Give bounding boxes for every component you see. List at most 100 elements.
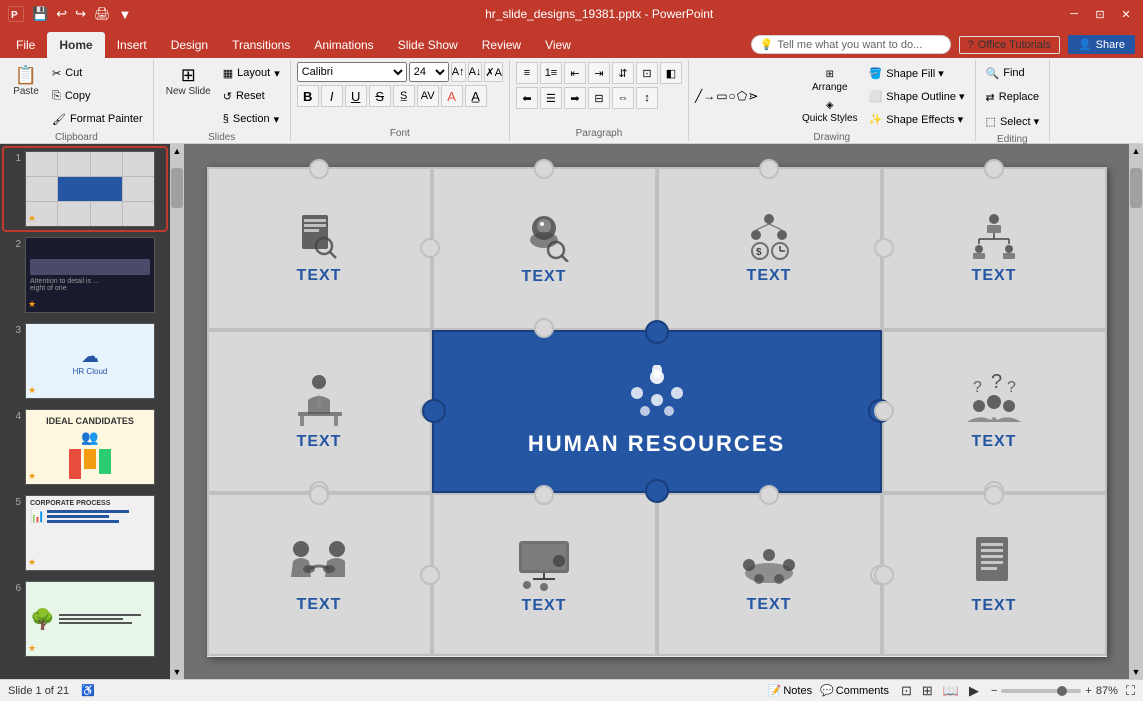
close-btn[interactable]: ✕ (1117, 5, 1135, 23)
share-btn[interactable]: 👤 Share (1068, 35, 1135, 54)
zoom-out-btn[interactable]: − (991, 685, 997, 697)
align-left-btn[interactable]: ⬅ (516, 87, 538, 109)
col-spacing-btn[interactable]: ⇔ (612, 87, 634, 109)
slide-thumb-2[interactable]: 2 Attention to detail is ... eight of on… (4, 234, 166, 316)
puzzle-piece-2-4[interactable]: ? ? ? TEXT (882, 330, 1107, 493)
text-shadow-btn[interactable]: S̲ (393, 85, 415, 107)
slide-thumb-6[interactable]: 6 🌳 ★ (4, 578, 166, 660)
scroll-up-btn[interactable]: ▲ (171, 144, 184, 158)
strikethrough-btn[interactable]: S (369, 85, 391, 107)
zoom-thumb[interactable] (1057, 686, 1067, 696)
slide-thumb-3[interactable]: 3 ☁ HR Cloud ★ (4, 320, 166, 402)
tell-me-box[interactable]: 💡 Tell me what you want to do... (751, 35, 951, 54)
puzzle-piece-3-1[interactable]: TEXT (207, 493, 432, 656)
find-btn[interactable]: 🔍 Find (982, 62, 1029, 84)
format-painter-btn[interactable]: 🖌 Format Painter (48, 108, 147, 130)
slideshow-btn[interactable]: ▶ (965, 682, 983, 700)
bold-btn[interactable]: B (297, 85, 319, 107)
office-tutorials-btn[interactable]: ? Office Tutorials (959, 36, 1060, 54)
notes-btn[interactable]: 📝 Notes (768, 684, 812, 697)
italic-btn[interactable]: I (321, 85, 343, 107)
shape-chevron[interactable]: ⋗ (748, 89, 758, 103)
normal-view-btn[interactable]: ⊡ (897, 682, 916, 700)
align-text-btn[interactable]: ⊡ (636, 62, 658, 84)
slide-thumb-5[interactable]: 5 CORPORATE PROCESS 📊 ★ (4, 492, 166, 574)
underline-btn[interactable]: U (345, 85, 367, 107)
scroll-down-btn[interactable]: ▼ (171, 665, 184, 679)
scroll-thumb-right[interactable] (1130, 168, 1142, 208)
puzzle-piece-1-2[interactable]: TEXT (432, 167, 657, 330)
font-color-btn[interactable]: A (441, 85, 463, 107)
tab-slideshow[interactable]: Slide Show (386, 32, 470, 58)
smartart-btn[interactable]: ◧ (660, 62, 682, 84)
reading-view-btn[interactable]: 📖 (939, 682, 963, 700)
highlight-btn[interactable]: A̲ (465, 85, 487, 107)
shape-pentagon[interactable]: ⬠ (737, 89, 747, 103)
tab-home[interactable]: Home (47, 32, 104, 58)
cut-btn[interactable]: ✂ Cut (48, 62, 147, 84)
comments-btn[interactable]: 💬 Comments (820, 684, 889, 697)
redo-btn[interactable]: ↪ (73, 4, 88, 24)
shape-fill-btn[interactable]: 🪣 Shape Fill ▾ (865, 62, 969, 84)
undo-btn[interactable]: ↩ (54, 4, 69, 24)
puzzle-piece-1-4[interactable]: TEXT (882, 167, 1107, 330)
slide-canvas[interactable]: TEXT TEXT (207, 167, 1107, 657)
slide-thumb-1[interactable]: 1 ★ (4, 148, 166, 230)
shape-rect[interactable]: ▭ (716, 89, 727, 103)
puzzle-piece-3-3[interactable]: TEXT (657, 493, 882, 656)
tab-review[interactable]: Review (470, 32, 533, 58)
justify-btn[interactable]: ⊟ (588, 87, 610, 109)
puzzle-piece-1-3[interactable]: $ TEXT (657, 167, 882, 330)
replace-btn[interactable]: ⇄ Replace (982, 86, 1044, 108)
shape-circle[interactable]: ○ (729, 89, 736, 103)
tab-animations[interactable]: Animations (302, 32, 385, 58)
copy-btn[interactable]: ⎘ Copy (48, 85, 147, 107)
shape-line[interactable]: ╱ (695, 89, 702, 103)
puzzle-piece-3-4[interactable]: TEXT (882, 493, 1107, 656)
print-btn[interactable]: 🖨 (92, 4, 113, 24)
scroll-thumb[interactable] (171, 168, 183, 208)
arrange-btn[interactable]: ⊞ Arrange (797, 66, 863, 96)
restore-btn[interactable]: ⊡ (1091, 5, 1109, 23)
align-center-btn[interactable]: ☰ (540, 87, 562, 109)
tab-view[interactable]: View (533, 32, 583, 58)
select-btn[interactable]: ⬚ Select ▾ (982, 110, 1044, 132)
shape-outline-btn[interactable]: ⬜ Shape Outline ▾ (865, 85, 969, 107)
fit-window-btn[interactable]: ⛶ (1126, 683, 1135, 699)
clear-format-btn[interactable]: ✗A (484, 62, 503, 82)
section-btn[interactable]: § Section ▾ (219, 108, 284, 130)
save-btn[interactable]: 💾 (30, 4, 50, 24)
increase-font-btn[interactable]: A↑ (451, 62, 466, 82)
zoom-slider[interactable] (1001, 689, 1081, 693)
indent-dec-btn[interactable]: ⇤ (564, 62, 586, 84)
tab-insert[interactable]: Insert (105, 32, 159, 58)
align-right-btn[interactable]: ➡ (564, 87, 586, 109)
bullets-btn[interactable]: ≡ (516, 62, 538, 84)
slide-sorter-btn[interactable]: ⊞ (918, 682, 937, 700)
zoom-in-btn[interactable]: + (1085, 685, 1091, 697)
minimize-btn[interactable]: ─ (1065, 5, 1083, 23)
quick-styles-btn[interactable]: ◈ Quick Styles (797, 97, 863, 127)
numbering-btn[interactable]: 1≡ (540, 62, 562, 84)
font-size-select[interactable]: 24 (409, 62, 449, 82)
scroll-down-right[interactable]: ▼ (1130, 665, 1143, 679)
puzzle-piece-2-1[interactable]: TEXT (207, 330, 432, 493)
puzzle-piece-3-2[interactable]: TEXT (432, 493, 657, 656)
new-slide-btn[interactable]: ⊞ New Slide (160, 62, 217, 101)
tab-file[interactable]: File (4, 32, 47, 58)
line-spacing-btn[interactable]: ↕ (636, 87, 658, 109)
quick-access-dropdown[interactable]: ▼ (117, 5, 134, 24)
layout-btn[interactable]: ▦ Layout ▾ (219, 62, 284, 84)
char-spacing-btn[interactable]: AV (417, 85, 439, 107)
scroll-up-right[interactable]: ▲ (1130, 144, 1143, 158)
decrease-font-btn[interactable]: A↓ (468, 62, 483, 82)
tab-transitions[interactable]: Transitions (220, 32, 302, 58)
font-name-select[interactable]: Calibri (297, 62, 407, 82)
puzzle-piece-center[interactable]: HUMAN RESOURCES (432, 330, 882, 493)
slide-thumb-4[interactable]: 4 IDEAL CANDIDATES 👥 ★ (4, 406, 166, 488)
text-direction-btn[interactable]: ⇵ (612, 62, 634, 84)
paste-btn[interactable]: 📋 Paste (6, 62, 46, 101)
puzzle-piece-1-1[interactable]: TEXT (207, 167, 432, 330)
vertical-scrollbar-left[interactable]: ▲ ▼ (170, 144, 184, 679)
shape-arrow[interactable]: → (703, 89, 715, 103)
